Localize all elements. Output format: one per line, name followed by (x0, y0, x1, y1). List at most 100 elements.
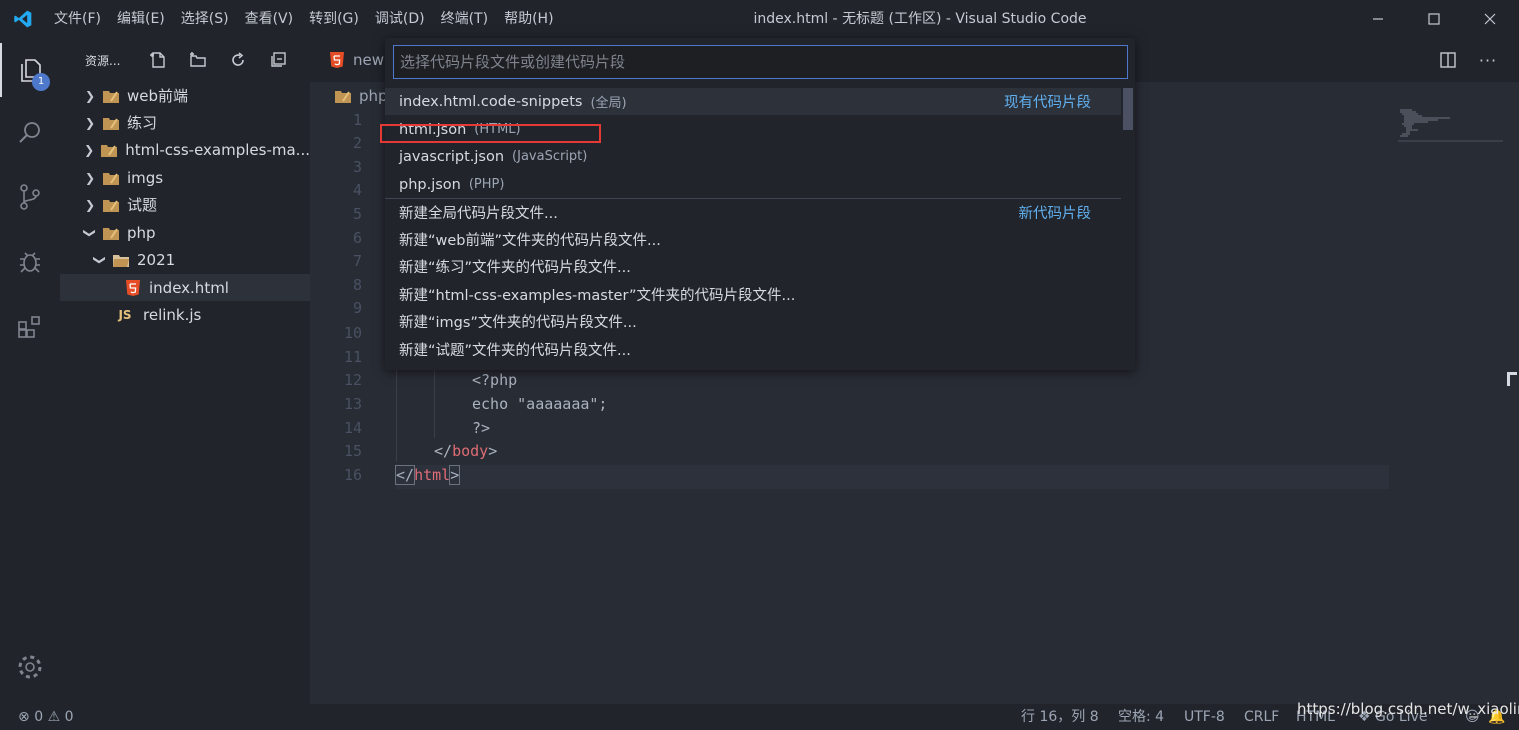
snippet-option-new-imgs-folder[interactable]: 新建“imgs”文件夹的代码片段文件... (385, 308, 1121, 335)
option-description: (JavaScript) (512, 149, 588, 164)
folder-icon (102, 88, 120, 104)
menu-debug[interactable]: 调试(D) (367, 0, 433, 38)
code-line[interactable]: ?> (472, 419, 490, 437)
tree-item-index-html[interactable]: index.html (60, 274, 310, 301)
encoding[interactable]: UTF-8 (1184, 704, 1225, 730)
menu-bar: 文件(F) 编辑(E) 选择(S) 查看(V) 转到(G) 调试(D) 终端(T… (46, 0, 562, 38)
tree-item-exam-folder[interactable]: ❯ 试题 (60, 191, 310, 218)
group-label-new: 新代码片段 (1018, 206, 1092, 222)
activity-search[interactable] (0, 106, 60, 160)
line-number: 4 (352, 181, 362, 199)
line-number: 1 (352, 111, 362, 129)
tree-item-label: web前端 (127, 87, 189, 105)
refresh-button[interactable] (218, 48, 258, 72)
activity-settings[interactable] (0, 640, 60, 694)
snippet-option-new-global[interactable]: 新建全局代码片段文件... 新代码片段 (385, 199, 1121, 226)
code-token: </ (434, 442, 453, 460)
snippet-option-new-practice-folder[interactable]: 新建“练习”文件夹的代码片段文件... (385, 253, 1121, 280)
folder-icon (100, 142, 118, 158)
current-line-highlight (396, 465, 1389, 489)
tree-item-imgs-folder[interactable]: ❯ imgs (60, 164, 310, 191)
more-actions-button[interactable]: ··· (1465, 38, 1511, 82)
tree-item-label: 2021 (137, 250, 176, 269)
gear-icon (18, 655, 42, 679)
code-line[interactable]: <?php (472, 371, 517, 389)
tree-item-relink-js[interactable]: JS relink.js (60, 301, 310, 328)
maximize-button[interactable] (1411, 0, 1457, 38)
error-icon: ⊗ (18, 709, 30, 725)
new-file-button[interactable] (138, 48, 178, 72)
minimap[interactable] (1398, 108, 1503, 143)
code-line[interactable]: </body> (434, 442, 497, 460)
menu-help[interactable]: 帮助(H) (496, 0, 561, 38)
warning-icon: ⚠ (47, 709, 61, 725)
breadcrumb[interactable]: php (330, 84, 388, 108)
sidebar-title: 资源... (85, 53, 121, 68)
activity-debug[interactable] (0, 234, 60, 288)
html5-icon (124, 279, 142, 296)
menu-edit[interactable]: 编辑(E) (109, 0, 173, 38)
snippet-option-new-exam-folder[interactable]: 新建“试题”文件夹的代码片段文件... (385, 336, 1121, 363)
tree-item-label: 练习 (127, 114, 158, 132)
tree-item-label: imgs (127, 168, 164, 187)
folder-icon (334, 88, 352, 104)
refresh-icon (232, 52, 245, 66)
debug-icon (20, 252, 40, 273)
tree-item-examples-folder[interactable]: ❯ html-css-examples-ma... (60, 136, 310, 163)
cursor-position[interactable]: 行 16，列 8 (1021, 704, 1099, 730)
activity-explorer[interactable]: 1 (0, 43, 60, 97)
chevron-right-icon: ❯ (84, 170, 96, 185)
tab-newb[interactable]: newb (310, 38, 394, 82)
line-number: 12 (343, 371, 362, 389)
option-label: 新建“练习”文件夹的代码片段文件... (399, 260, 631, 276)
window-title: index.html - 无标题 (工作区) - Visual Studio C… (753, 11, 1087, 27)
menu-selection[interactable]: 选择(S) (173, 0, 237, 38)
chevron-down-icon: ❯ (83, 227, 97, 238)
tree-item-2021-folder[interactable]: ❯ 2021 (60, 246, 310, 273)
tree-item-practice-folder[interactable]: ❯ 练习 (60, 109, 310, 136)
extensions-icon (18, 316, 40, 338)
minimize-button[interactable] (1355, 0, 1401, 38)
snippet-option-index-html-code-snippets[interactable]: index.html.code-snippets (全局) 现有代码片段 (385, 88, 1121, 115)
tree-item-label: php (127, 223, 156, 242)
new-folder-button[interactable] (178, 48, 218, 72)
tree-item-php-folder[interactable]: ❯ php (60, 219, 310, 246)
line-number: 10 (343, 324, 362, 342)
indentation[interactable]: 空格: 4 (1118, 704, 1164, 730)
activity-extensions[interactable] (0, 300, 60, 354)
code-token: > (488, 442, 498, 460)
snippet-option-php-json[interactable]: php.json (PHP) (385, 171, 1121, 198)
tree-item-label: relink.js (143, 305, 202, 324)
tree-item-web-folder[interactable]: ❯ web前端 (60, 82, 310, 109)
group-label-existing: 现有代码片段 (1004, 95, 1091, 111)
cursor-marker (1507, 372, 1517, 386)
code-token: </ (394, 465, 416, 485)
menu-view[interactable]: 查看(V) (237, 0, 302, 38)
snippet-search-input[interactable] (393, 45, 1128, 79)
split-editor-icon (1440, 52, 1456, 68)
snippet-option-javascript-json[interactable]: javascript.json (JavaScript) (385, 143, 1121, 170)
status-bar: ⊗ 0 ⚠ 0 行 16，列 8 空格: 4 UTF-8 CRLF HTML ❖… (0, 704, 1519, 730)
close-window-button[interactable] (1467, 0, 1513, 38)
option-description: (全局) (590, 96, 627, 111)
line-ending[interactable]: CRLF (1244, 704, 1279, 730)
option-label: javascript.json (399, 148, 505, 165)
activity-source-control[interactable] (0, 170, 60, 224)
quick-pick-scrollbar[interactable] (1123, 88, 1133, 130)
menu-file[interactable]: 文件(F) (46, 0, 109, 38)
collapse-all-button[interactable] (258, 48, 298, 72)
annotation-highlight-box (380, 124, 601, 143)
indent-guide (434, 358, 435, 438)
problems-indicator[interactable]: ⊗ 0 ⚠ 0 (18, 704, 74, 730)
snippet-option-new-examples-folder[interactable]: 新建“html-css-examples-master”文件夹的代码片段文件..… (385, 281, 1121, 308)
vertical-scrollbar[interactable] (1503, 82, 1519, 704)
code-line[interactable]: </html> (394, 465, 461, 485)
code-line[interactable]: echo "aaaaaaa"; (472, 395, 607, 413)
line-number: 2 (352, 134, 362, 152)
close-icon (1484, 13, 1496, 25)
menu-terminal[interactable]: 终端(T) (433, 0, 496, 38)
menu-go[interactable]: 转到(G) (301, 0, 367, 38)
snippet-option-new-web-folder[interactable]: 新建“web前端”文件夹的代码片段文件... (385, 226, 1121, 253)
line-number: 7 (352, 252, 362, 270)
folder-open-icon (102, 225, 120, 241)
